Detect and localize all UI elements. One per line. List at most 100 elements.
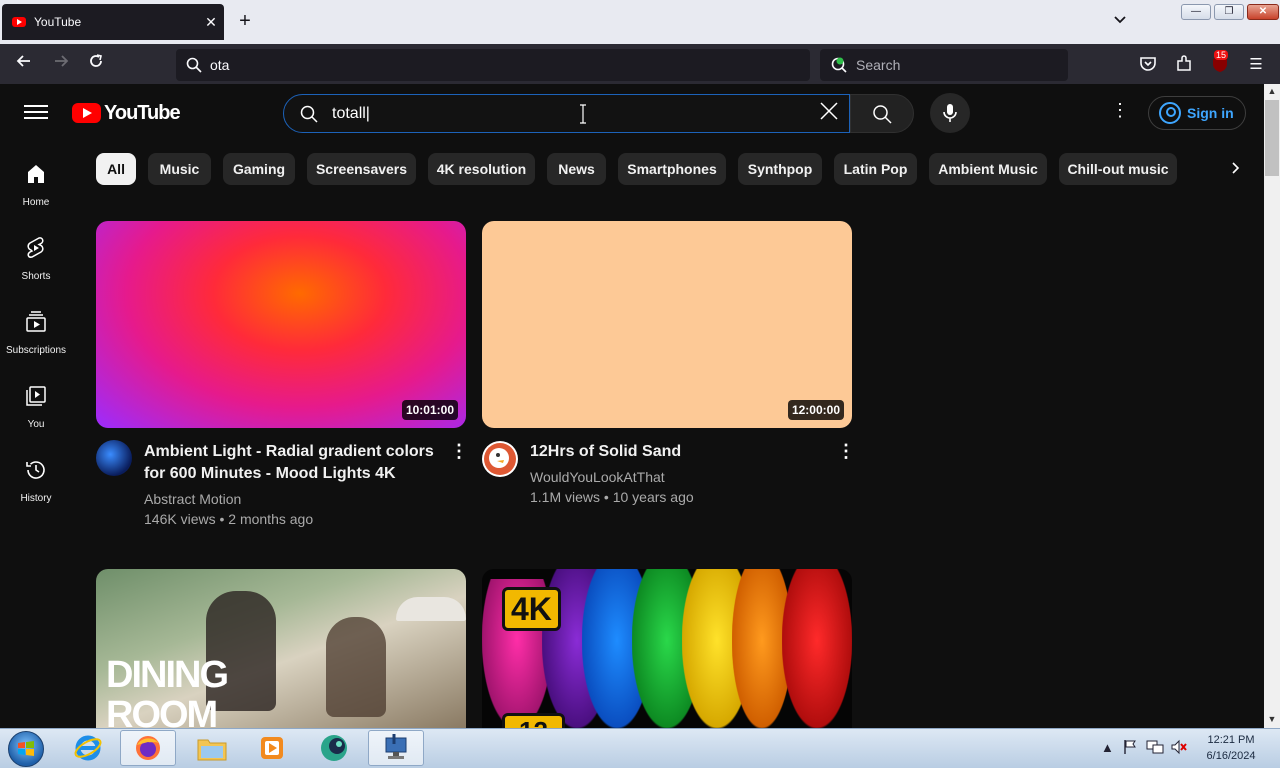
extensions-icon[interactable]: [1174, 55, 1194, 75]
forward-button[interactable]: [48, 52, 74, 78]
guide-label: Subscriptions: [5, 345, 67, 356]
thumbnail-person-shape: [326, 617, 386, 717]
video-meta: 146K views • 2 months ago: [144, 511, 314, 527]
thumbnail-text: 12: [502, 713, 565, 728]
search-icon: [873, 104, 892, 124]
taskbar-firefox[interactable]: [120, 730, 176, 766]
chip-news[interactable]: News: [547, 153, 606, 185]
chip-screensavers[interactable]: Screensavers: [307, 153, 416, 185]
history-icon: [26, 461, 45, 479]
text-cursor-icon: [578, 104, 588, 129]
guide-label: You: [27, 419, 45, 430]
scroll-down-arrow-icon[interactable]: ▼: [1266, 714, 1278, 726]
youtube-search-input[interactable]: totall: [332, 105, 809, 123]
you-library-icon: [26, 386, 46, 406]
chip-all[interactable]: All: [96, 153, 136, 185]
guide-item-subscriptions[interactable]: Subscriptions: [0, 298, 72, 372]
guide-item-shorts[interactable]: Shorts: [0, 224, 72, 298]
taskbar-app-green[interactable]: [306, 730, 362, 766]
channel-name[interactable]: WouldYouLookAtThat: [530, 469, 665, 485]
youtube-play-icon: [72, 103, 101, 123]
guide-item-history[interactable]: History: [0, 446, 72, 520]
youtube-favicon-icon: [12, 17, 26, 27]
voice-search-mic-icon[interactable]: [930, 93, 970, 133]
chips-next-chevron-icon[interactable]: [1222, 157, 1248, 183]
clear-search-icon[interactable]: [809, 100, 849, 128]
subscriptions-icon: [26, 311, 46, 332]
scroll-up-arrow-icon[interactable]: ▲: [1266, 86, 1278, 98]
more-options-icon[interactable]: ⋮: [1108, 100, 1132, 126]
pocket-icon[interactable]: [1138, 55, 1158, 75]
video-thumbnail[interactable]: 12:00:00: [482, 221, 852, 428]
sign-in-button[interactable]: Sign in: [1148, 96, 1246, 130]
video-thumbnail[interactable]: 4K 12: [482, 569, 852, 728]
action-center-flag-icon[interactable]: [1122, 739, 1138, 758]
volume-muted-icon[interactable]: [1170, 739, 1188, 758]
media-player-icon: [261, 737, 283, 759]
tray-expand-icon[interactable]: ▲: [1101, 740, 1114, 755]
windows-logo-icon: [18, 741, 34, 756]
tab-close-icon[interactable]: ✕: [198, 14, 224, 31]
video-title[interactable]: 12Hrs of Solid Sand: [530, 441, 830, 463]
video-menu-icon[interactable]: ⋮: [837, 441, 855, 465]
list-tabs-chevron-icon[interactable]: [1110, 12, 1130, 32]
chip-ambient-music[interactable]: Ambient Music: [929, 153, 1047, 185]
video-menu-icon[interactable]: ⋮: [450, 441, 468, 465]
address-bar[interactable]: ota: [176, 49, 810, 81]
channel-avatar[interactable]: [482, 441, 518, 477]
chip-smartphones[interactable]: Smartphones: [618, 153, 726, 185]
scrollbar-thumb[interactable]: [1265, 100, 1279, 176]
start-button[interactable]: [8, 731, 44, 767]
search-icon: [300, 105, 318, 123]
menu-icon[interactable]: ☰: [1246, 55, 1266, 75]
chip-music[interactable]: Music: [148, 153, 211, 185]
thumbnail-text: ROOM: [106, 694, 218, 728]
clock-date: 6/16/2024: [1206, 750, 1256, 762]
window-minimize-button[interactable]: —: [1181, 4, 1211, 20]
youtube-logo[interactable]: YouTube: [72, 102, 181, 124]
chip-gaming[interactable]: Gaming: [223, 153, 295, 185]
channel-avatar[interactable]: [96, 440, 132, 476]
guide-label: Home: [22, 197, 50, 208]
chip-4k-resolution[interactable]: 4K resolution: [428, 153, 535, 185]
shorts-icon: [27, 237, 44, 258]
reload-button[interactable]: [83, 52, 109, 78]
clock-time: 12:21 PM: [1207, 734, 1255, 746]
channel-name[interactable]: Abstract Motion: [144, 491, 241, 507]
video-title[interactable]: Ambient Light - Radial gradient colors f…: [144, 441, 444, 485]
video-thumbnail[interactable]: DINING ROOM: [96, 569, 466, 728]
window-close-button[interactable]: ✕: [1247, 4, 1279, 20]
duck-logo-icon: [484, 443, 516, 475]
chip-chill-out-music[interactable]: Chill-out music: [1059, 153, 1177, 185]
firefox-icon: [136, 736, 160, 760]
internet-explorer-icon: [74, 735, 102, 761]
youtube-search-button[interactable]: [850, 94, 914, 133]
network-tray-icon[interactable]: [1146, 739, 1164, 758]
video-thumbnail[interactable]: 10:01:00: [96, 221, 466, 428]
guide-item-you[interactable]: You: [0, 372, 72, 446]
address-input[interactable]: ota: [210, 57, 229, 73]
window-restore-button[interactable]: ❐: [1214, 4, 1244, 20]
duration-badge: 10:01:00: [401, 400, 458, 420]
page-scrollbar[interactable]: [1264, 84, 1280, 728]
taskbar-network-app[interactable]: [368, 730, 424, 766]
paint-splash-shape: [782, 569, 852, 728]
tab-youtube[interactable]: YouTube ✕: [2, 4, 224, 40]
back-button[interactable]: [11, 52, 37, 78]
taskbar-file-explorer[interactable]: [184, 730, 240, 766]
thumbnail-text: 4K: [502, 587, 561, 631]
chip-latin-pop[interactable]: Latin Pop: [834, 153, 917, 185]
taskbar-internet-explorer[interactable]: [60, 730, 116, 766]
folder-icon: [197, 739, 227, 761]
taskbar-media-player[interactable]: [244, 730, 300, 766]
account-icon: [1159, 102, 1181, 124]
guide-menu-icon[interactable]: [24, 102, 48, 122]
chip-synthpop[interactable]: Synthpop: [738, 153, 822, 185]
browser-search-bar[interactable]: Search: [820, 49, 1068, 81]
youtube-search-box[interactable]: totall: [283, 94, 850, 133]
new-tab-button[interactable]: +: [234, 10, 256, 32]
video-meta: 1.1M views • 10 years ago: [530, 489, 694, 505]
search-engine-icon: [831, 57, 847, 73]
guide-item-home[interactable]: Home: [0, 150, 72, 224]
taskbar-clock[interactable]: 12:21 PM 6/16/2024: [1196, 732, 1266, 764]
